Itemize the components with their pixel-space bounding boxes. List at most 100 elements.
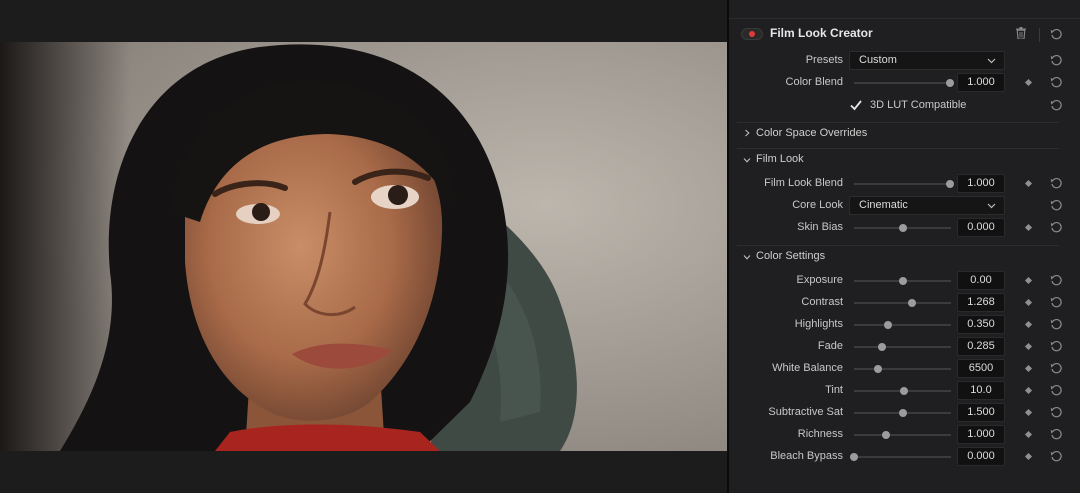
keyframe-diamond-icon[interactable] bbox=[1024, 78, 1033, 87]
bleach-bypass-row: Bleach Bypass 0.000 bbox=[729, 446, 1080, 468]
richness-value[interactable]: 1.000 bbox=[957, 425, 1005, 444]
section-film-look[interactable]: Film Look bbox=[729, 148, 1080, 170]
chevron-right-icon bbox=[745, 129, 750, 137]
slider-knob[interactable] bbox=[883, 321, 892, 329]
presets-row: Presets Custom bbox=[729, 50, 1080, 72]
viewer bbox=[0, 0, 727, 493]
reset-icon[interactable] bbox=[1050, 28, 1063, 41]
richness-slider[interactable] bbox=[854, 431, 951, 439]
reset-icon[interactable] bbox=[1050, 274, 1063, 287]
presets-dropdown[interactable]: Custom bbox=[849, 51, 1005, 70]
reset-icon[interactable] bbox=[1050, 177, 1063, 190]
section-color-space-overrides[interactable]: Color Space Overrides bbox=[729, 122, 1080, 144]
keyframe-diamond-icon[interactable] bbox=[1024, 223, 1033, 232]
contrast-slider[interactable] bbox=[854, 299, 951, 307]
keyframe-diamond-icon[interactable] bbox=[1024, 298, 1033, 307]
keyframe-diamond-icon[interactable] bbox=[1024, 386, 1033, 395]
reset-icon[interactable] bbox=[1050, 99, 1063, 112]
film-look-blend-slider[interactable] bbox=[854, 180, 955, 188]
bleach-bypass-slider[interactable] bbox=[850, 453, 951, 461]
highlights-value[interactable]: 0.350 bbox=[957, 315, 1005, 334]
tint-slider[interactable] bbox=[854, 387, 951, 395]
exposure-slider[interactable] bbox=[854, 277, 951, 285]
subtractive-sat-value[interactable]: 1.500 bbox=[957, 403, 1005, 422]
reset-icon[interactable] bbox=[1050, 221, 1063, 234]
highlights-slider[interactable] bbox=[854, 321, 951, 329]
slider-knob[interactable] bbox=[900, 387, 909, 395]
tint-row: Tint 10.0 bbox=[729, 380, 1080, 402]
keyframe-diamond-icon[interactable] bbox=[1024, 320, 1033, 329]
slider-knob[interactable] bbox=[874, 365, 883, 373]
keyframe-diamond-icon[interactable] bbox=[1024, 408, 1033, 417]
slider-knob[interactable] bbox=[882, 431, 890, 439]
section-title: Color Space Overrides bbox=[756, 127, 868, 139]
reset-icon[interactable] bbox=[1050, 199, 1063, 212]
keyframe-diamond-icon[interactable] bbox=[1024, 276, 1033, 285]
highlights-label: Highlights bbox=[794, 318, 843, 330]
effect-enable-toggle[interactable] bbox=[741, 28, 763, 40]
core-look-dropdown[interactable]: Cinematic bbox=[849, 196, 1005, 215]
color-blend-slider[interactable] bbox=[854, 79, 955, 87]
trash-icon[interactable] bbox=[1016, 27, 1026, 39]
slider-knob[interactable] bbox=[850, 453, 858, 461]
film-look-blend-value[interactable]: 1.000 bbox=[957, 174, 1005, 193]
skin-bias-value[interactable]: 0.000 bbox=[957, 218, 1005, 237]
keyframe-diamond-icon[interactable] bbox=[1024, 364, 1033, 373]
reset-icon[interactable] bbox=[1050, 406, 1063, 419]
keyframe-diamond-icon[interactable] bbox=[1024, 342, 1033, 351]
effect-header: Film Look Creator bbox=[729, 22, 1080, 48]
bleach-bypass-value[interactable]: 0.000 bbox=[957, 447, 1005, 466]
slider-knob[interactable] bbox=[946, 180, 955, 188]
subtractive-sat-slider[interactable] bbox=[854, 409, 951, 417]
reset-icon[interactable] bbox=[1050, 54, 1063, 67]
reset-icon[interactable] bbox=[1050, 362, 1063, 375]
slider-knob[interactable] bbox=[946, 79, 955, 87]
fade-slider[interactable] bbox=[854, 343, 951, 351]
chevron-down-icon bbox=[987, 58, 996, 64]
core-look-label: Core Look bbox=[792, 199, 843, 211]
section-color-settings[interactable]: Color Settings bbox=[729, 245, 1080, 267]
chevron-down-icon bbox=[743, 158, 751, 163]
section-title: Color Settings bbox=[756, 250, 826, 262]
white-balance-row: White Balance 6500 bbox=[729, 358, 1080, 380]
portrait-image bbox=[0, 42, 727, 451]
keyframe-diamond-icon[interactable] bbox=[1024, 452, 1033, 461]
color-blend-value[interactable]: 1.000 bbox=[957, 73, 1005, 92]
slider-knob[interactable] bbox=[898, 224, 907, 232]
reset-icon[interactable] bbox=[1050, 340, 1063, 353]
slider-knob[interactable] bbox=[898, 277, 907, 285]
slider-knob[interactable] bbox=[908, 299, 917, 307]
exposure-row: Exposure 0.00 bbox=[729, 270, 1080, 292]
fade-value[interactable]: 0.285 bbox=[957, 337, 1005, 356]
tint-value[interactable]: 10.0 bbox=[957, 381, 1005, 400]
richness-label: Richness bbox=[797, 428, 843, 440]
white-balance-slider[interactable] bbox=[854, 365, 951, 373]
reset-icon[interactable] bbox=[1050, 76, 1063, 89]
reset-icon[interactable] bbox=[1050, 318, 1063, 331]
lut-compatible-checkbox[interactable] bbox=[849, 98, 863, 112]
exposure-value[interactable]: 0.00 bbox=[957, 271, 1005, 290]
slider-knob[interactable] bbox=[898, 409, 907, 417]
bleach-bypass-label: Bleach Bypass bbox=[770, 450, 843, 462]
keyframe-diamond-icon[interactable] bbox=[1024, 430, 1033, 439]
video-frame[interactable] bbox=[0, 42, 727, 451]
white-balance-label: White Balance bbox=[772, 362, 843, 374]
inspector-panel: Film Look Creator Presets Custom Color B… bbox=[729, 0, 1080, 493]
lut-compatible-row: 3D LUT Compatible bbox=[729, 95, 1080, 117]
chevron-down-icon bbox=[987, 203, 996, 209]
keyframe-diamond-icon[interactable] bbox=[1024, 179, 1033, 188]
reset-icon[interactable] bbox=[1050, 296, 1063, 309]
contrast-value[interactable]: 1.268 bbox=[957, 293, 1005, 312]
reset-icon[interactable] bbox=[1050, 384, 1063, 397]
subtractive-sat-label: Subtractive Sat bbox=[768, 406, 843, 418]
slider-knob[interactable] bbox=[878, 343, 887, 351]
reset-icon[interactable] bbox=[1050, 428, 1063, 441]
core-look-row: Core Look Cinematic bbox=[729, 195, 1080, 217]
fade-row: Fade 0.285 bbox=[729, 336, 1080, 358]
reset-icon[interactable] bbox=[1050, 450, 1063, 463]
subtractive-sat-row: Subtractive Sat 1.500 bbox=[729, 402, 1080, 424]
white-balance-value[interactable]: 6500 bbox=[957, 359, 1005, 378]
skin-bias-slider[interactable] bbox=[854, 224, 951, 232]
panel-top-line bbox=[729, 18, 1080, 19]
color-blend-row: Color Blend 1.000 bbox=[729, 72, 1080, 94]
